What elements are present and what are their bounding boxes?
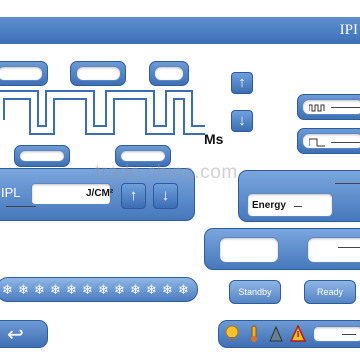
- mode-2-button[interactable]: [307, 237, 360, 263]
- snowflake-icon: ❄: [130, 282, 141, 297]
- multi-pulse-icon: [309, 104, 325, 112]
- water-level-icon: [269, 325, 283, 342]
- energy-display-field: Energy: [247, 193, 333, 217]
- snowflake-icon: ❄: [2, 282, 13, 297]
- ipl-label: IPL: [1, 185, 21, 200]
- snowflake-icon: ❄: [114, 282, 125, 297]
- snowflake-icon: ❄: [98, 282, 109, 297]
- snowflake-icon: ❄: [162, 282, 173, 297]
- snowflake-icon: ❄: [82, 282, 93, 297]
- energy-display-panel: Energy: [238, 170, 360, 222]
- delay-slot-1-button[interactable]: [14, 145, 70, 167]
- snowflake-icon: ❄: [18, 282, 29, 297]
- waveform-mode-1-button[interactable]: [297, 94, 360, 120]
- single-pulse-icon: [309, 138, 325, 147]
- energy-lead-line: [335, 183, 360, 184]
- snowflake-icon: ❄: [66, 282, 77, 297]
- snowflake-icon: ❄: [34, 282, 45, 297]
- snowflake-icon: ❄: [146, 282, 157, 297]
- watermark-text: trade.china.com: [95, 162, 238, 183]
- pulse-down-button[interactable]: ↓: [231, 110, 253, 132]
- ready-button[interactable]: Ready: [304, 280, 356, 304]
- energy-label: Energy: [252, 200, 286, 211]
- standby-button[interactable]: Standby: [229, 280, 281, 304]
- energy-unit-label: J/CM²: [86, 188, 114, 199]
- mode-lead-line: [338, 247, 360, 248]
- energy-up-button[interactable]: ↑: [121, 183, 146, 209]
- ipl-lead-line: [6, 206, 36, 207]
- ms-unit-label: Ms: [204, 131, 224, 147]
- snowflake-icon: ❄: [178, 282, 189, 297]
- status-icon-bar: [218, 320, 360, 348]
- mode-panel: [204, 228, 360, 270]
- warning-icon: [290, 325, 306, 342]
- ipl-control-screen: IPI Ms ↑ ↓ IPL J/CM² ↑ ↓ Energy ❄ ❄ ❄ ❄ …: [0, 0, 360, 360]
- snowflake-icon: ❄: [50, 282, 61, 297]
- energy-down-button[interactable]: ↓: [153, 183, 178, 209]
- pulse-up-button[interactable]: ↑: [231, 72, 253, 94]
- lamp-icon: [225, 325, 239, 341]
- back-arrow-icon: ↩: [7, 324, 24, 346]
- water-temp-icon: [251, 325, 257, 342]
- back-button[interactable]: ↩: [0, 320, 48, 348]
- mode-1-button[interactable]: [219, 237, 279, 263]
- energy-value-field[interactable]: J/CM²: [31, 183, 114, 205]
- waveform-mode-2-button[interactable]: [297, 128, 360, 154]
